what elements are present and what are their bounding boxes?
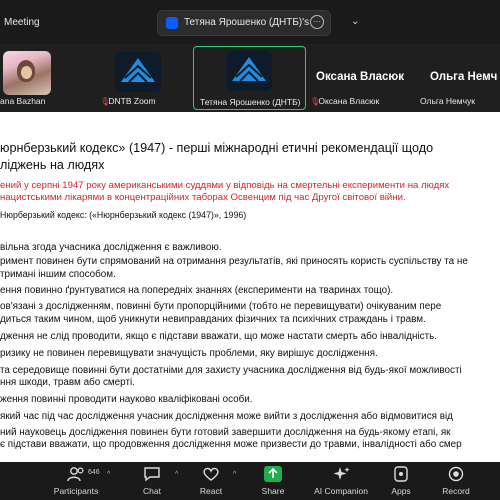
- dntb-logo-icon: [226, 51, 272, 91]
- chevron-up-icon[interactable]: ^: [233, 471, 236, 478]
- heart-icon: [203, 467, 219, 481]
- participant-display-name: Оксана Власюк: [316, 71, 404, 83]
- meeting-toolbar: Participants 646 ^ Chat ^ React ^ Share …: [0, 462, 500, 500]
- screen-share-tab[interactable]: Тетяна Ярошенко (ДНТБ)'s scree ···: [157, 10, 331, 36]
- document-item: ов'язані з дослідженням, повинні бути пр…: [0, 301, 442, 312]
- chevron-up-icon[interactable]: ^: [175, 471, 178, 478]
- more-options-icon[interactable]: ···: [310, 15, 324, 29]
- document-red-line: ений у серпні 1947 року американськими с…: [0, 180, 450, 191]
- muted-mic-icon: 🎙: [100, 97, 111, 106]
- document-item: диться таким чином, щоб уникнути невипра…: [0, 314, 426, 325]
- participant-name: Ольга Немчук: [420, 96, 476, 106]
- participants-count: 646: [88, 469, 100, 476]
- react-label: React: [199, 486, 223, 496]
- record-button[interactable]: Record: [431, 466, 481, 498]
- document-item: ризику не повинен перевищувати значущіст…: [0, 348, 378, 359]
- zoom-logo-icon: [166, 17, 178, 29]
- document-item: ний науковець дослідження повинен бути г…: [0, 427, 451, 438]
- share-label: Share: [261, 486, 285, 496]
- sparkle-icon: [333, 467, 350, 480]
- chat-icon: [144, 467, 160, 482]
- react-button[interactable]: React: [186, 466, 236, 498]
- muted-mic-icon: 🎙: [310, 97, 321, 106]
- participant-tile[interactable]: Оксана Власюк 🎙 Оксана Власюк: [308, 46, 412, 108]
- document-item: який час під час дослідження учасник дос…: [0, 411, 453, 422]
- participant-name: DNTB Zoom: [108, 96, 156, 106]
- participant-name-row: 🎙 DNTB Zoom: [100, 96, 156, 106]
- participant-display-name: Ольга Немч: [430, 71, 498, 83]
- participant-tile[interactable]: Ольга Немч Ольга Немчук: [416, 46, 500, 108]
- document-item: дження не слід проводити, якщо є підстав…: [0, 331, 438, 342]
- participant-name: Оксана Власюк: [318, 96, 380, 106]
- apps-icon: [394, 466, 408, 482]
- participant-tile[interactable]: ana Bazhan: [0, 46, 62, 108]
- document-item: є підстави вважати, що продовження дослі…: [0, 439, 462, 450]
- document-item: римент повинен бути спрямований на отрим…: [0, 256, 468, 267]
- record-label: Record: [442, 486, 470, 496]
- record-icon: [448, 466, 464, 482]
- participant-tile-active[interactable]: Тетяна Ярошенко (ДНТБ): [193, 46, 306, 110]
- document-title: юрнберзький кодекс» (1947) - перші міжна…: [0, 141, 434, 172]
- participant-name: Тетяна Ярошенко (ДНТБ): [200, 97, 301, 107]
- ai-companion-label: AI Companion: [314, 486, 368, 496]
- document-red-line: нацистськими лікарями в концентраційних …: [0, 192, 406, 203]
- apps-button[interactable]: Apps: [376, 466, 426, 498]
- chevron-down-icon[interactable]: ⌄: [351, 16, 359, 27]
- document-item: вільна згода учасника дослідження є важл…: [0, 242, 222, 253]
- shared-screen-document: юрнберзький кодекс» (1947) - перші міжна…: [0, 112, 500, 462]
- participant-name-row: 🎙 Оксана Власюк: [310, 96, 379, 106]
- document-item: ження повинні проводити науково кваліфік…: [0, 394, 253, 405]
- document-item: та середовище повинні бути достатніми дл…: [0, 365, 462, 376]
- document-item: тримані іншим способом.: [0, 269, 116, 280]
- document-source: Нюрберзький кодекс: («Нюрнберзький кодек…: [0, 210, 247, 220]
- document-item: ення повинно ґрунтуватися на попередніх …: [0, 285, 394, 296]
- participant-video: [3, 51, 51, 95]
- dntb-logo-icon: [115, 52, 161, 92]
- top-bar: Meeting Тетяна Ярошенко (ДНТБ)'s scree ·…: [0, 0, 500, 44]
- participants-label: Participants: [53, 486, 99, 496]
- share-screen-icon: [264, 466, 282, 482]
- participant-face: [21, 66, 32, 79]
- apps-label: Apps: [391, 486, 411, 496]
- participant-strip: ana Bazhan 🎙 DNTB Zoom Тетяна Ярошенко (…: [0, 44, 500, 110]
- participant-tile[interactable]: 🎙 DNTB Zoom: [96, 46, 186, 108]
- participants-icon: [67, 467, 84, 482]
- chat-button[interactable]: Chat: [127, 466, 177, 498]
- document-item: ння шкоди, травм або смерті.: [0, 377, 135, 388]
- ai-companion-button[interactable]: AI Companion: [309, 466, 373, 498]
- screen-share-tab-label: Тетяна Ярошенко (ДНТБ)'s scree: [184, 17, 312, 28]
- chat-label: Chat: [143, 486, 161, 496]
- share-button[interactable]: Share: [248, 466, 298, 498]
- meeting-label: Meeting: [4, 17, 40, 28]
- participant-name: ana Bazhan: [0, 96, 46, 106]
- chevron-up-icon[interactable]: ^: [107, 471, 110, 478]
